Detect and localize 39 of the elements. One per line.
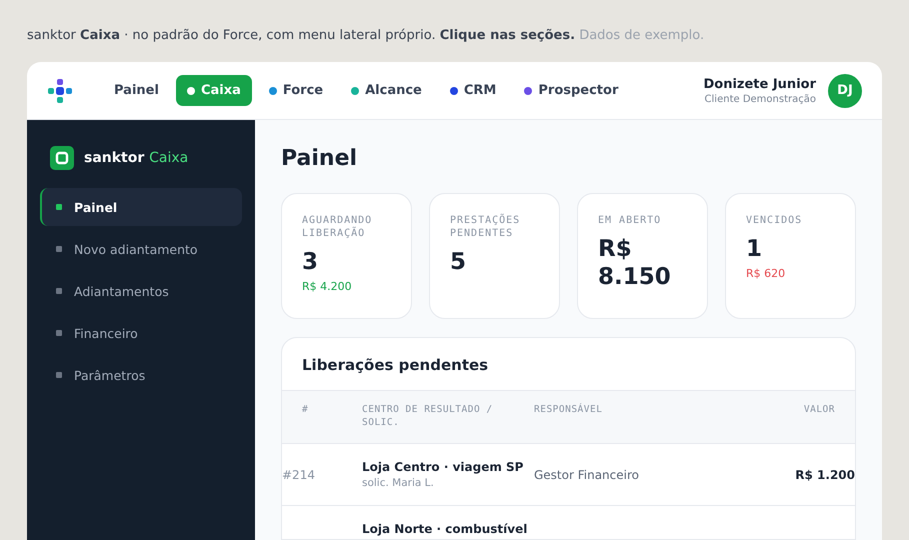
stat-label: PRESTAÇÕES PENDENTES <box>450 214 522 240</box>
app-tab[interactable]: Force <box>258 75 334 106</box>
user-name: Donizete Junior <box>703 76 816 92</box>
sidebar-item[interactable]: Novo adiantamento <box>40 230 242 268</box>
stat-value: 5 <box>450 248 468 276</box>
sidebar-item[interactable]: Painel <box>40 188 242 226</box>
stat-label: VENCIDOS <box>746 214 804 227</box>
stat-value: 3 <box>302 248 320 276</box>
app-tab[interactable]: Painel <box>103 75 170 106</box>
requester-text: solic. Maria L. <box>362 477 435 489</box>
logo-icon <box>47 78 73 104</box>
stat-value: R$ 8.150 <box>598 235 672 291</box>
column-header: RESPONSÁVEL <box>534 390 745 444</box>
app-tab[interactable]: Prospector <box>513 75 630 106</box>
brand-logo-icon <box>50 146 74 170</box>
stat-value: 1 <box>746 235 764 263</box>
app-tab[interactable]: CRM <box>438 75 508 106</box>
stat-label: AGUARDANDO LIBERAÇÃO <box>302 214 374 240</box>
sidebar-item[interactable]: Financeiro <box>40 314 242 352</box>
stat-subvalue: R$ 4.200 <box>302 280 353 293</box>
table-title: Liberações pendentes <box>301 355 490 376</box>
sidebar-item[interactable]: Adiantamentos <box>40 272 242 310</box>
stat-label: EM ABERTO <box>598 214 662 227</box>
table-cell-text: Loja Norte · combustível <box>362 522 528 536</box>
column-header: VALOR <box>745 390 855 444</box>
app-tab[interactable]: Alcance <box>340 75 433 106</box>
intro-text: sanktor Caixa · no padrão do Force, com menu lateral próprio. Clique nas seções. <box>27 28 576 43</box>
table-cell-text: Gestor Financeiro <box>534 468 640 482</box>
stat-subvalue: R$ 620 <box>746 267 786 280</box>
page-title: Painel <box>281 146 358 171</box>
note-text: Dados de exemplo. <box>579 28 704 43</box>
table-cell-text: #214 <box>282 468 316 482</box>
column-header: # <box>282 390 362 444</box>
user-role: Cliente Demonstração <box>704 94 816 104</box>
table-cell-text: Loja Centro · viagem SP <box>362 460 524 474</box>
brand-name: sanktor Caixa <box>84 150 188 166</box>
table-cell: R$ 1.200 <box>795 468 855 482</box>
column-header: CENTRO DE RESULTADO / SOLIC. <box>362 390 534 444</box>
sidebar-item[interactable]: Parâmetros <box>40 356 242 394</box>
